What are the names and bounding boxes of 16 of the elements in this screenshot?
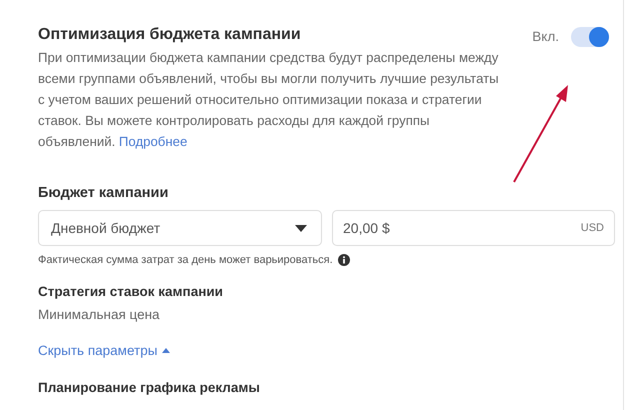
section-title: Планирование графика рекламы xyxy=(38,380,261,395)
caret-icon xyxy=(162,348,170,353)
budget-type-dropdown[interactable]: Дневной бюджет xyxy=(38,210,322,246)
amount-field[interactable]: 20,00 $ USD xyxy=(332,210,615,246)
description-text: При оптимизации бюджета кампании средства будут распределены между всеми группами объявлений, чтобы вы могли получить лучшие результаты с учетом ваших решений относительно оптимизации показа и стратегии ставок. Вы можете контролировать расходы для каждой группы объявлений. Подробнее xyxy=(38,49,500,151)
info-icon[interactable] xyxy=(338,254,350,266)
section-title: Оптимизация бюджета кампании xyxy=(38,26,302,44)
hide-options-link[interactable]: Скрыть параметры xyxy=(38,343,170,358)
section-title: Бюджет кампании xyxy=(38,185,170,201)
section-title: Стратегия ставок кампании xyxy=(38,284,224,299)
learn-more-link[interactable]: Подробнее xyxy=(118,134,188,149)
note-text: Фактическая сумма затрат за день может варьироваться. xyxy=(38,254,333,266)
toggle-label: Вкл. xyxy=(532,29,559,44)
caret-icon xyxy=(295,224,308,232)
bid-strategy-value: Минимальная цена xyxy=(38,307,161,322)
toggle-switch[interactable] xyxy=(571,27,609,47)
